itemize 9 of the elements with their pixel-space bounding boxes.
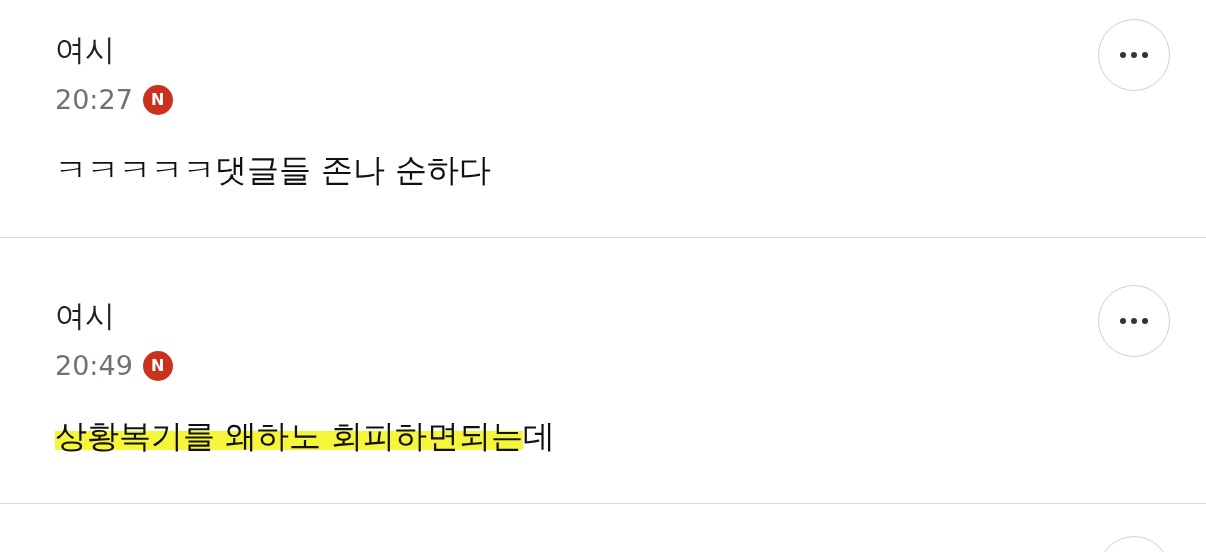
more-icon (1119, 318, 1149, 324)
comment-text: ㅋㅋㅋㅋㅋ댓글들 존나 순하다 (55, 150, 492, 191)
new-badge: N (142, 85, 173, 115)
comment-time: 20:27 (55, 83, 133, 117)
author-name: 여시 (55, 297, 116, 335)
author-name: 여시 (55, 31, 116, 69)
more-icon (1119, 52, 1149, 58)
new-badge: N (142, 351, 173, 381)
comment-time: 20:49 (55, 349, 133, 383)
